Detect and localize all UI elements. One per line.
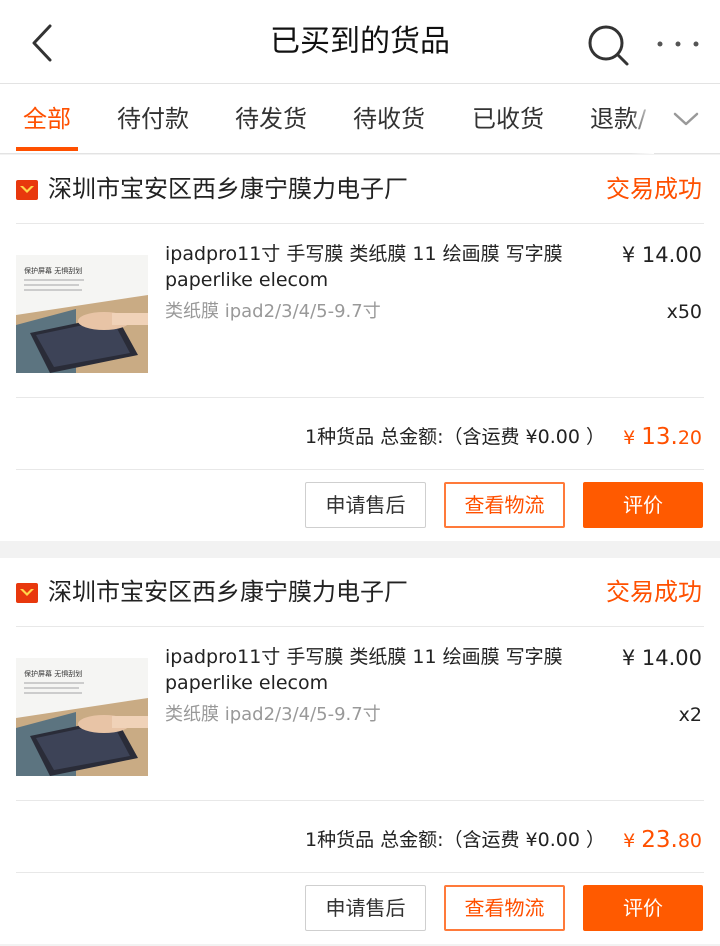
view-logistics-button[interactable]: 查看物流	[444, 885, 565, 931]
after-sale-button[interactable]: 申请售后	[305, 885, 426, 931]
total-decimal: 80	[677, 830, 702, 852]
order-card: 深圳市宝安区西乡康宁膜力电子厂 交易成功 保护屏幕 无惧刮划 ipadpro11…	[0, 558, 720, 944]
shop-row[interactable]: 深圳市宝安区西乡康宁膜力电子厂 交易成功	[0, 558, 720, 626]
product-photo-illustration: 保护屏幕 无惧刮划	[16, 658, 148, 776]
divider	[16, 872, 704, 873]
product-sku: 类纸膜 ipad2/3/4/5-9.7寸	[165, 704, 381, 725]
divider	[16, 469, 704, 470]
order-status: 交易成功	[606, 578, 702, 606]
order-total: ¥ 23.80	[623, 808, 702, 872]
divider	[16, 223, 704, 224]
product-sku: 类纸膜 ipad2/3/4/5-9.7寸	[165, 301, 381, 322]
shop-icon	[16, 180, 38, 200]
tab-pending-payment[interactable]: 待付款	[117, 84, 189, 154]
order-total: ¥ 13.20	[623, 405, 702, 469]
total-currency: ¥	[623, 830, 642, 852]
more-dots-icon[interactable]	[655, 40, 701, 48]
review-button[interactable]: 评价	[583, 482, 703, 528]
shop-icon	[16, 583, 38, 603]
divider	[16, 800, 704, 801]
total-integer: 13.	[641, 424, 678, 450]
product-price: ¥ 14.00	[621, 646, 702, 670]
order-card: 深圳市宝安区西乡康宁膜力电子厂 交易成功 保护屏幕 无惧刮划 ipadpro11…	[0, 155, 720, 541]
product-image[interactable]: 保护屏幕 无惧刮划	[16, 658, 148, 776]
divider	[16, 626, 704, 627]
product-photo-illustration: 保护屏幕 无惧刮划	[16, 255, 148, 373]
product-title[interactable]: ipadpro11寸 手写膜 类纸膜 11 绘画膜 写字膜 paperlike …	[165, 241, 613, 293]
order-filter-tabs: 全部 待付款 待发货 待收货 已收货 退款/	[0, 84, 720, 154]
search-icon[interactable]	[585, 22, 631, 68]
product-image[interactable]: 保护屏幕 无惧刮划	[16, 255, 148, 373]
tab-received[interactable]: 已收货	[472, 84, 544, 154]
chevron-down-icon[interactable]	[665, 106, 707, 132]
active-tab-indicator	[16, 147, 78, 151]
total-currency: ¥	[623, 427, 642, 449]
tab-pending-receipt[interactable]: 待收货	[353, 84, 425, 154]
product-title[interactable]: ipadpro11寸 手写膜 类纸膜 11 绘画膜 写字膜 paperlike …	[165, 644, 613, 696]
order-summary: 1种货品 总金额:（含运费 ¥0.00 ） ¥ 13.20	[0, 405, 720, 469]
thumb-caption: 保护屏幕 无惧刮划	[24, 669, 82, 678]
order-summary: 1种货品 总金额:（含运费 ¥0.00 ） ¥ 23.80	[0, 808, 720, 872]
view-logistics-button[interactable]: 查看物流	[444, 482, 565, 528]
app-root: 已买到的货品 全部 待付款 待发货 待收货 已收货 退款/ 深圳市宝安区西乡康宁…	[0, 0, 720, 946]
order-status: 交易成功	[606, 175, 702, 203]
shop-name: 深圳市宝安区西乡康宁膜力电子厂	[48, 578, 408, 606]
product-quantity: x2	[678, 704, 702, 726]
product-price: ¥ 14.00	[621, 243, 702, 267]
shop-name: 深圳市宝安区西乡康宁膜力电子厂	[48, 175, 408, 203]
total-decimal: 20	[677, 427, 702, 449]
product-quantity: x50	[666, 301, 702, 323]
total-integer: 23.	[641, 827, 678, 853]
tab-pending-shipment[interactable]: 待发货	[235, 84, 307, 154]
tab-all[interactable]: 全部	[23, 84, 71, 154]
top-nav-bar: 已买到的货品	[0, 0, 720, 84]
thumb-caption: 保护屏幕 无惧刮划	[24, 266, 82, 275]
summary-text: 1种货品 总金额:（含运费 ¥0.00 ）	[304, 829, 605, 851]
after-sale-button[interactable]: 申请售后	[305, 482, 426, 528]
summary-text: 1种货品 总金额:（含运费 ¥0.00 ）	[304, 426, 605, 448]
divider	[16, 397, 704, 398]
review-button[interactable]: 评价	[583, 885, 703, 931]
shop-row[interactable]: 深圳市宝安区西乡康宁膜力电子厂 交易成功	[0, 155, 720, 223]
tabs-fade-overlay	[630, 84, 654, 154]
